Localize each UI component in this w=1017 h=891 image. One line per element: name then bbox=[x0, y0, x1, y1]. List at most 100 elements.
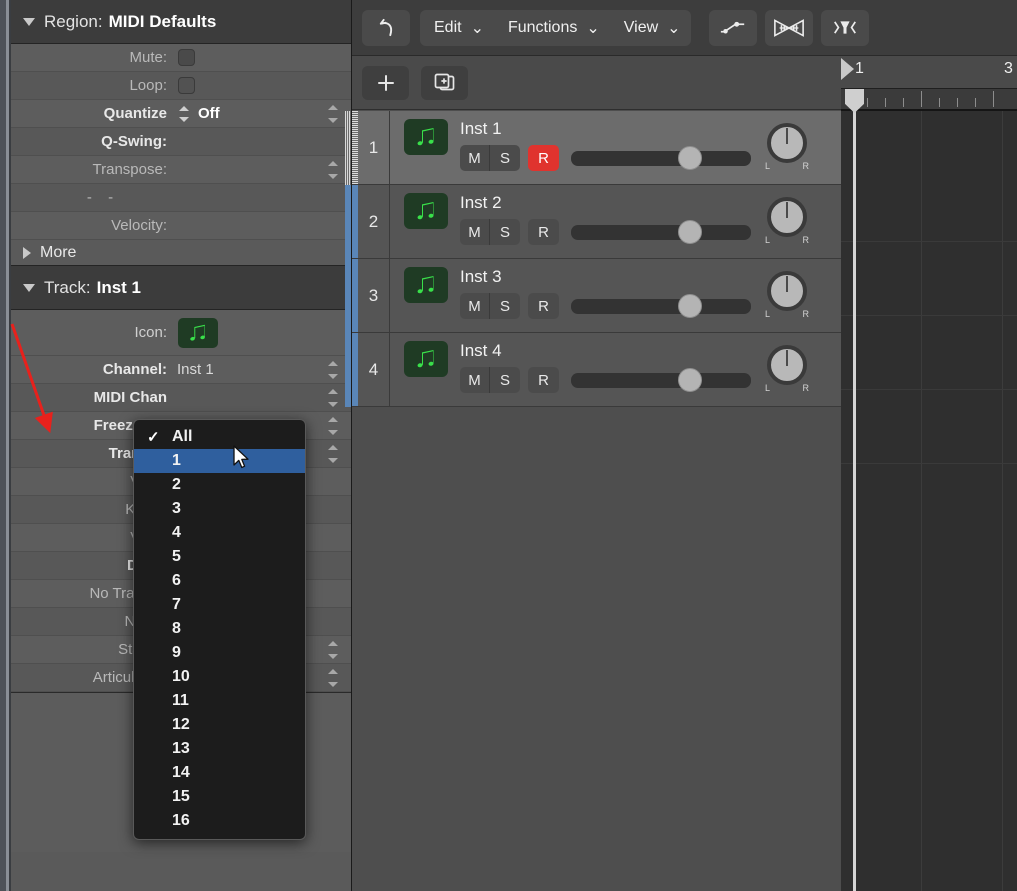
menu-item-16[interactable]: 16 bbox=[134, 809, 305, 833]
loop-checkbox[interactable] bbox=[178, 77, 195, 94]
track-row[interactable]: 3 Inst 3 M S R L R bbox=[352, 259, 841, 333]
track-transpose-stepper-icon[interactable] bbox=[327, 444, 338, 463]
volume-slider-knob[interactable] bbox=[677, 368, 702, 392]
pan-right-label: R bbox=[802, 161, 810, 171]
music-note-icon[interactable] bbox=[178, 317, 218, 348]
menu-functions[interactable]: Functions ⌄ bbox=[494, 10, 610, 46]
menu-edit[interactable]: Edit ⌄ bbox=[420, 10, 494, 46]
menu-item-3[interactable]: 3 bbox=[134, 497, 305, 521]
track-row[interactable]: 1 Inst 1 M S R L R bbox=[352, 111, 841, 185]
channel-stepper-icon[interactable] bbox=[327, 360, 338, 379]
volume-slider[interactable] bbox=[571, 294, 751, 318]
duplicate-track-icon[interactable] bbox=[421, 65, 468, 100]
disclosure-triangle-down-icon[interactable] bbox=[23, 17, 35, 26]
menu-item-4[interactable]: 4 bbox=[134, 521, 305, 545]
menu-view[interactable]: View ⌄ bbox=[610, 10, 691, 46]
pan-knob[interactable]: L R bbox=[765, 123, 809, 171]
pan-dial[interactable] bbox=[767, 197, 807, 237]
pan-dial[interactable] bbox=[767, 345, 807, 385]
region-row-transpose[interactable]: Transpose: bbox=[11, 156, 351, 184]
cycle-start-marker-icon[interactable] bbox=[841, 58, 854, 80]
region-row-quantize[interactable]: Quantize Off bbox=[11, 100, 351, 128]
region-section-title: MIDI Defaults bbox=[108, 11, 217, 31]
menu-item-15[interactable]: 15 bbox=[134, 785, 305, 809]
track-section-header[interactable]: Track: Inst 1 bbox=[11, 266, 351, 310]
volume-slider[interactable] bbox=[571, 368, 751, 392]
record-enable-button[interactable]: R bbox=[528, 219, 559, 245]
menu-item-14[interactable]: 14 bbox=[134, 761, 305, 785]
articulation-set-stepper-icon[interactable] bbox=[327, 668, 338, 687]
music-note-icon[interactable] bbox=[404, 341, 448, 377]
staff-style-stepper-icon[interactable] bbox=[327, 640, 338, 659]
pan-dial[interactable] bbox=[767, 123, 807, 163]
mute-button[interactable]: M bbox=[460, 145, 490, 171]
solo-button[interactable]: S bbox=[490, 219, 520, 245]
menu-item-6[interactable]: 6 bbox=[134, 569, 305, 593]
menu-item-13[interactable]: 13 bbox=[134, 737, 305, 761]
menu-item-8[interactable]: 8 bbox=[134, 617, 305, 641]
volume-slider-knob[interactable] bbox=[677, 146, 702, 170]
region-row-loop[interactable]: Loop: bbox=[11, 72, 351, 100]
menu-item-7[interactable]: 7 bbox=[134, 593, 305, 617]
pan-knob[interactable]: L R bbox=[765, 345, 809, 393]
quantize-stepper-icon[interactable] bbox=[327, 104, 338, 123]
mute-button[interactable]: M bbox=[460, 293, 490, 319]
volume-slider[interactable] bbox=[571, 146, 751, 170]
track-row[interactable]: 4 Inst 4 M S R L R bbox=[352, 333, 841, 407]
music-note-icon[interactable] bbox=[404, 119, 448, 155]
track-row-midi-channel[interactable]: MIDI Chan bbox=[11, 384, 351, 412]
mute-button[interactable]: M bbox=[460, 367, 490, 393]
bar-ruler[interactable]: 1 3 bbox=[841, 56, 1017, 89]
menu-item-1[interactable]: 1 bbox=[134, 449, 305, 473]
solo-button[interactable]: S bbox=[490, 293, 520, 319]
volume-slider-knob[interactable] bbox=[677, 220, 702, 244]
menu-item-9[interactable]: 9 bbox=[134, 641, 305, 665]
menu-item-2[interactable]: 2 bbox=[134, 473, 305, 497]
arrange-canvas[interactable] bbox=[841, 111, 1017, 891]
record-enable-button[interactable]: R bbox=[528, 145, 559, 171]
track-row-channel[interactable]: Channel: Inst 1 bbox=[11, 356, 351, 384]
mute-checkbox[interactable] bbox=[178, 49, 195, 66]
disclosure-triangle-right-icon[interactable] bbox=[23, 246, 31, 259]
disclosure-triangle-down-icon[interactable] bbox=[23, 283, 35, 292]
back-arrow-icon[interactable] bbox=[362, 9, 410, 46]
menu-item-all[interactable]: ✓ All bbox=[134, 425, 305, 449]
pan-dial[interactable] bbox=[767, 271, 807, 311]
pan-indicator bbox=[786, 128, 788, 144]
quantize-mode-stepper-icon[interactable] bbox=[178, 105, 189, 122]
music-note-icon[interactable] bbox=[404, 193, 448, 229]
solo-button[interactable]: S bbox=[490, 145, 520, 171]
menu-item-12[interactable]: 12 bbox=[134, 713, 305, 737]
midi-filter-icon[interactable] bbox=[820, 9, 869, 46]
track-2-color-strip bbox=[345, 185, 351, 259]
automation-curve-icon[interactable] bbox=[708, 9, 757, 46]
track-row[interactable]: 2 Inst 2 M S R L R bbox=[352, 185, 841, 259]
region-more-disclosure[interactable]: More bbox=[11, 240, 351, 266]
track-icon-row[interactable]: Icon: bbox=[11, 310, 351, 356]
transpose-stepper-icon[interactable] bbox=[327, 160, 338, 179]
pan-knob[interactable]: L R bbox=[765, 271, 809, 319]
menu-item-11[interactable]: 11 bbox=[134, 689, 305, 713]
music-note-icon[interactable] bbox=[404, 267, 448, 303]
menu-item-5[interactable]: 5 bbox=[134, 545, 305, 569]
record-enable-button[interactable]: R bbox=[528, 367, 559, 393]
menu-item-label: 1 bbox=[172, 452, 181, 469]
solo-button[interactable]: S bbox=[490, 367, 520, 393]
beat-ruler[interactable] bbox=[841, 89, 1017, 111]
flex-bowtie-icon[interactable] bbox=[764, 9, 813, 46]
midi-channel-dropdown-menu[interactable]: ✓ All 1 2 3 4 5 6 7 8 9 10 11 12 13 14 1… bbox=[133, 419, 306, 840]
region-row-velocity[interactable]: Velocity: bbox=[11, 212, 351, 240]
playhead[interactable] bbox=[845, 89, 864, 891]
add-track-button[interactable] bbox=[362, 65, 409, 100]
region-row-qswing[interactable]: Q-Swing: bbox=[11, 128, 351, 156]
menu-item-10[interactable]: 10 bbox=[134, 665, 305, 689]
volume-slider[interactable] bbox=[571, 220, 751, 244]
freeze-mode-stepper-icon[interactable] bbox=[327, 416, 338, 435]
pan-knob[interactable]: L R bbox=[765, 197, 809, 245]
region-row-mute[interactable]: Mute: bbox=[11, 44, 351, 72]
region-section-header[interactable]: Region: MIDI Defaults bbox=[11, 0, 351, 44]
mute-button[interactable]: M bbox=[460, 219, 490, 245]
volume-slider-knob[interactable] bbox=[677, 294, 702, 318]
record-enable-button[interactable]: R bbox=[528, 293, 559, 319]
midi-channel-stepper-icon[interactable] bbox=[327, 388, 338, 407]
